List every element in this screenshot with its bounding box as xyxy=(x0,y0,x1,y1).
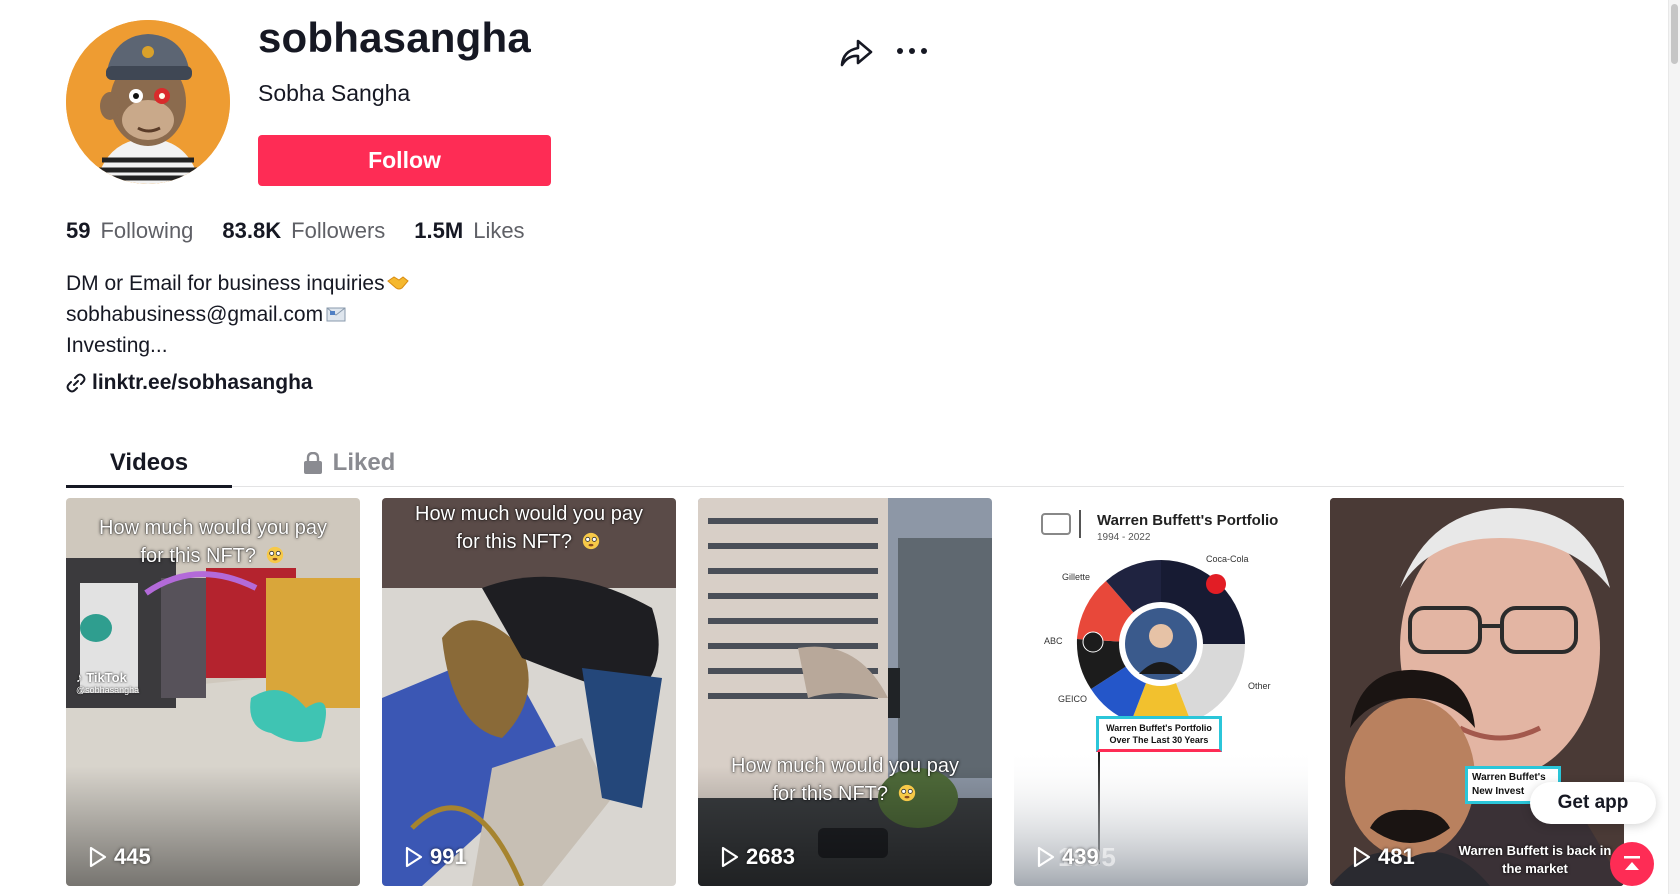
tiktok-logo-icon: ♪ xyxy=(76,670,83,685)
more-options-icon[interactable] xyxy=(895,36,929,66)
portfolio-label-box: Warren Buffet's Portfolio Over The Last … xyxy=(1096,716,1222,752)
following-stat[interactable]: 59 Following xyxy=(66,218,193,244)
likes-count: 1.5M xyxy=(414,218,464,243)
profile-avatar xyxy=(66,20,230,184)
profile-link[interactable]: linktr.ee/sobhasangha xyxy=(66,371,313,395)
thumbnail-chart-subtitle: 1994 - 2022 xyxy=(1097,532,1151,543)
link-icon xyxy=(66,373,86,393)
bio-line-2: sobhabusiness@gmail.com xyxy=(66,299,409,330)
flushed-face-emoji-icon xyxy=(898,784,915,802)
flushed-face-emoji-icon xyxy=(582,532,599,550)
scroll-to-top-button[interactable] xyxy=(1610,842,1654,886)
video-card[interactable]: Warren Buffett's Portfolio 1994 - 2022 C… xyxy=(1014,498,1308,886)
video-card[interactable]: How much would you pay for this NFT? 268… xyxy=(698,498,992,886)
video-caption: How much would you pay for this NFT? xyxy=(698,752,992,808)
portfolio-label-line-1: Warren Buffet's Portfolio xyxy=(1106,723,1212,733)
thumbnail-chart-title: Warren Buffett's Portfolio xyxy=(1097,512,1279,529)
envelope-emoji-icon xyxy=(326,307,346,322)
play-count: 991 xyxy=(404,844,467,870)
slice-label-gillette: Gillette xyxy=(1062,572,1091,582)
play-count-value: 481 xyxy=(1378,844,1415,869)
play-icon xyxy=(1037,846,1055,868)
bio-line-1: DM or Email for business inquiries xyxy=(66,268,409,299)
video-caption-text: How much would you pay for this NFT? xyxy=(731,755,959,805)
video-thumbnail-warren-buffett xyxy=(1330,498,1624,886)
play-count: 481 xyxy=(1352,844,1415,870)
video-thumbnail-subway-seat xyxy=(382,498,676,886)
video-caption-text: How much would you pay for this NFT? xyxy=(99,517,327,567)
following-label: Following xyxy=(100,218,194,243)
bored-ape-avatar-image xyxy=(66,20,230,184)
tiktok-watermark-text: TikTok xyxy=(86,670,127,685)
get-app-button[interactable]: Get app xyxy=(1530,782,1656,824)
video-card[interactable]: How much would you pay for this NFT? ♪ T… xyxy=(66,498,360,886)
play-icon xyxy=(721,846,739,868)
display-name: Sobha Sangha xyxy=(258,80,411,106)
play-count-value: 2683 xyxy=(746,844,795,869)
bio-line-3: Investing... xyxy=(66,334,168,357)
play-icon xyxy=(1353,846,1371,868)
likes-stat: 1.5M Likes xyxy=(414,218,524,244)
slice-label-abc: ABC xyxy=(1044,636,1063,646)
follow-button[interactable]: Follow xyxy=(258,135,551,186)
slice-label-geico: GEICO xyxy=(1058,694,1088,704)
bio-text-2: sobhabusiness@gmail.com xyxy=(66,303,324,326)
profile-tabs: Videos Liked xyxy=(66,438,1624,488)
lock-icon xyxy=(303,451,322,474)
video-caption: Warren Buffett is back in the market xyxy=(1458,843,1612,876)
slice-label-other: Other xyxy=(1248,681,1271,691)
video-thumbnail-portfolio-chart xyxy=(1014,498,1308,886)
tiktok-watermark-handle: @sobhasangha xyxy=(76,685,140,695)
video-grid: How much would you pay for this NFT? ♪ T… xyxy=(66,498,1624,886)
followers-count: 83.8K xyxy=(222,218,282,243)
video-caption: How much would you pay for this NFT? xyxy=(66,514,360,570)
profile-bio: DM or Email for business inquiries sobha… xyxy=(66,268,409,361)
play-count: 445 xyxy=(88,844,151,870)
scrollbar-thumb[interactable] xyxy=(1671,4,1678,64)
play-count: 439 xyxy=(1036,844,1099,870)
tab-liked-label: Liked xyxy=(332,448,396,476)
handshake-emoji-icon xyxy=(386,276,409,290)
play-icon xyxy=(89,846,107,868)
tab-liked[interactable]: Liked xyxy=(266,438,432,487)
flushed-face-emoji-icon xyxy=(266,546,283,564)
bio-text-1: DM or Email for business inquiries xyxy=(66,272,385,295)
tab-videos-label: Videos xyxy=(109,448,189,476)
followers-label: Followers xyxy=(291,218,386,243)
play-count-value: 439 xyxy=(1062,844,1099,869)
play-icon xyxy=(405,846,423,868)
slice-label-coca-cola: Coca-Cola xyxy=(1206,554,1249,564)
portfolio-label-line-2: Over The Last 30 Years xyxy=(1109,735,1209,745)
tiktok-watermark: ♪ TikTok @sobhasangha xyxy=(76,670,139,695)
play-count-value: 991 xyxy=(430,844,467,869)
share-icon[interactable] xyxy=(838,34,874,70)
play-count: 2683 xyxy=(720,844,795,870)
video-caption: How much would you pay for this NFT? xyxy=(382,500,676,556)
video-caption-text: How much would you pay for this NFT? xyxy=(415,503,643,553)
page-scrollbar[interactable] xyxy=(1668,0,1680,894)
followers-stat[interactable]: 83.8K Followers xyxy=(222,218,385,244)
arrow-up-icon xyxy=(1624,856,1640,870)
username: sobhasangha xyxy=(258,14,531,61)
video-card[interactable]: Warren Buffet's New Invest Warren Buffet… xyxy=(1330,498,1624,886)
profile-link-text: linktr.ee/sobhasangha xyxy=(92,371,313,394)
profile-stats: 59 Following 83.8K Followers 1.5M Likes xyxy=(66,218,525,244)
play-count-value: 445 xyxy=(114,844,151,869)
video-card[interactable]: How much would you pay for this NFT? 991 xyxy=(382,498,676,886)
following-count: 59 xyxy=(66,218,91,243)
tab-videos[interactable]: Videos xyxy=(66,438,232,488)
likes-label: Likes xyxy=(473,218,525,243)
